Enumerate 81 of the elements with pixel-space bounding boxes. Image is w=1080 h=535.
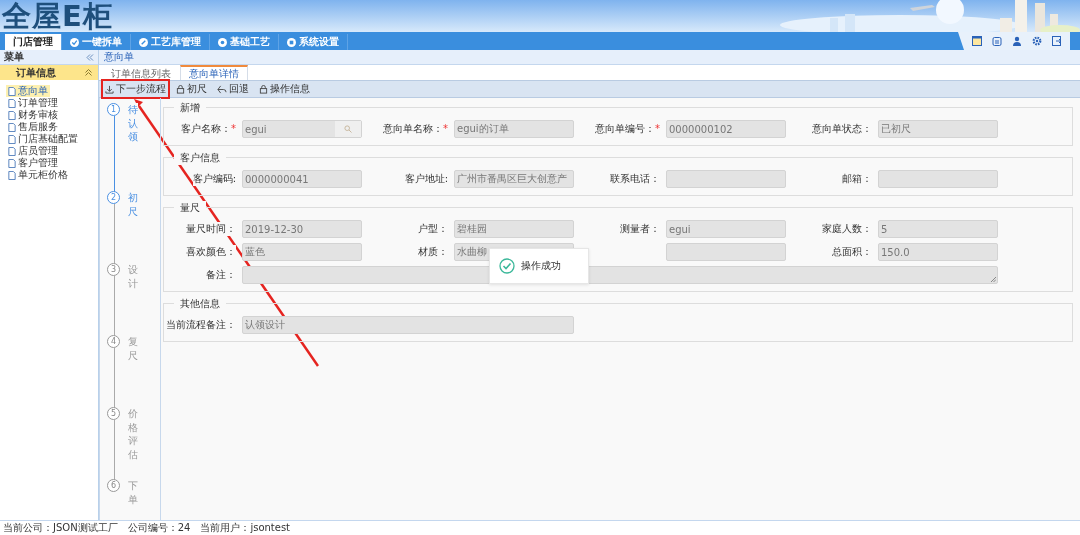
group-label: 订单信息	[16, 65, 56, 80]
toolbar-button[interactable]: 下一步流程	[103, 81, 168, 97]
tree-item[interactable]: 客户管理	[6, 157, 60, 169]
input-field[interactable]: 已初尺	[878, 120, 998, 138]
tree-item[interactable]: 单元柜价格	[6, 169, 70, 181]
input-field[interactable]	[666, 243, 786, 261]
lock-icon	[259, 84, 268, 94]
tree-item[interactable]: 财务审核	[6, 109, 60, 121]
section-title: 其他信息	[174, 297, 226, 311]
step-line	[114, 420, 115, 480]
success-icon	[499, 258, 515, 274]
tab[interactable]: 订单信息列表	[102, 66, 180, 80]
tree-item[interactable]: 订单管理	[6, 97, 60, 109]
section-title: 新增	[174, 101, 206, 115]
field-label: 意向单编号：*	[595, 122, 660, 136]
user-icon[interactable]	[1012, 36, 1022, 46]
chevron-up-icon	[85, 69, 92, 76]
collapse-icon[interactable]	[86, 53, 94, 61]
window-icon[interactable]	[972, 36, 982, 46]
input-field[interactable]: 碧桂园	[454, 220, 574, 238]
field-label: 客户编码:	[192, 172, 236, 186]
status-text: 当前用户：jsontest	[200, 521, 291, 535]
search-icon[interactable]	[344, 125, 352, 133]
tab[interactable]: 意向单详情	[180, 65, 248, 80]
tree-item[interactable]: 售后服务	[6, 121, 60, 133]
step-line	[114, 204, 115, 264]
toast-message: 操作成功	[521, 259, 561, 273]
step-label: 价格评估	[128, 407, 138, 461]
input-field[interactable]: egui	[666, 220, 786, 238]
input-field[interactable]: 蓝色	[242, 243, 362, 261]
status-text: 公司编号：24	[127, 521, 191, 535]
status-text: 当前公司：JSON测试工厂	[3, 521, 118, 535]
section-title: 客户信息	[174, 151, 226, 165]
field-label: 客户名称：*	[181, 122, 236, 136]
back-arrow-icon	[217, 84, 227, 94]
field-label: 喜欢颜色：	[186, 245, 236, 259]
logout-icon[interactable]	[1052, 36, 1062, 46]
step-label: 初尺	[128, 191, 138, 218]
input-field[interactable]: 认领设计	[242, 316, 574, 334]
sidebar-title: 菜单	[4, 50, 24, 64]
field-label: 客户地址:	[404, 172, 448, 186]
toolbar-button[interactable]: 回退	[215, 81, 251, 97]
step-number: 3	[107, 263, 120, 276]
input-field[interactable]: 0000000041	[242, 170, 362, 188]
input-field[interactable]	[878, 170, 998, 188]
input-field[interactable]: egui	[242, 120, 362, 138]
step-number: 6	[107, 479, 120, 492]
step-number: 2	[107, 191, 120, 204]
step-line	[114, 276, 115, 336]
lock-icon	[176, 84, 185, 94]
step-number: 5	[107, 407, 120, 420]
sidebar-group[interactable]: 订单信息	[0, 65, 98, 80]
logo: 全屋E柜	[2, 0, 113, 32]
input-field[interactable]: 150.0	[878, 243, 998, 261]
step-number: 1	[107, 103, 120, 116]
step-label: 下单	[128, 479, 138, 506]
input-field[interactable]: 0000000102	[666, 120, 786, 138]
calendar-icon[interactable]	[992, 36, 1002, 46]
tree-item[interactable]: 意向单	[6, 85, 50, 97]
input-field[interactable]: 5	[878, 220, 998, 238]
tree-item[interactable]: 店员管理	[6, 145, 60, 157]
input-field[interactable]: egui的订单	[454, 120, 574, 138]
nav-tab[interactable]: 门店管理	[5, 34, 62, 50]
step-label: 待认领	[128, 103, 138, 144]
resize-grip-icon	[991, 277, 996, 282]
step-label: 设计	[128, 263, 138, 290]
input-field[interactable]: 2019-12-30	[242, 220, 362, 238]
pen-icon	[139, 37, 148, 47]
check-icon	[70, 37, 79, 47]
step-number: 4	[107, 335, 120, 348]
step-line	[114, 348, 115, 408]
toolbar-button[interactable]: 初尺	[174, 81, 209, 97]
toolbar-button[interactable]: 操作信息	[257, 81, 312, 97]
input-field[interactable]: 广州市番禺区巨大创意产	[454, 170, 574, 188]
download-icon	[105, 84, 114, 94]
tree-item[interactable]: 门店基础配置	[6, 133, 80, 145]
input-field[interactable]	[666, 170, 786, 188]
section-title: 量尺	[174, 201, 206, 215]
breadcrumb: 意向单	[104, 50, 134, 64]
step-label: 复尺	[128, 335, 138, 362]
field-label: 意向单名称：*	[383, 122, 448, 136]
